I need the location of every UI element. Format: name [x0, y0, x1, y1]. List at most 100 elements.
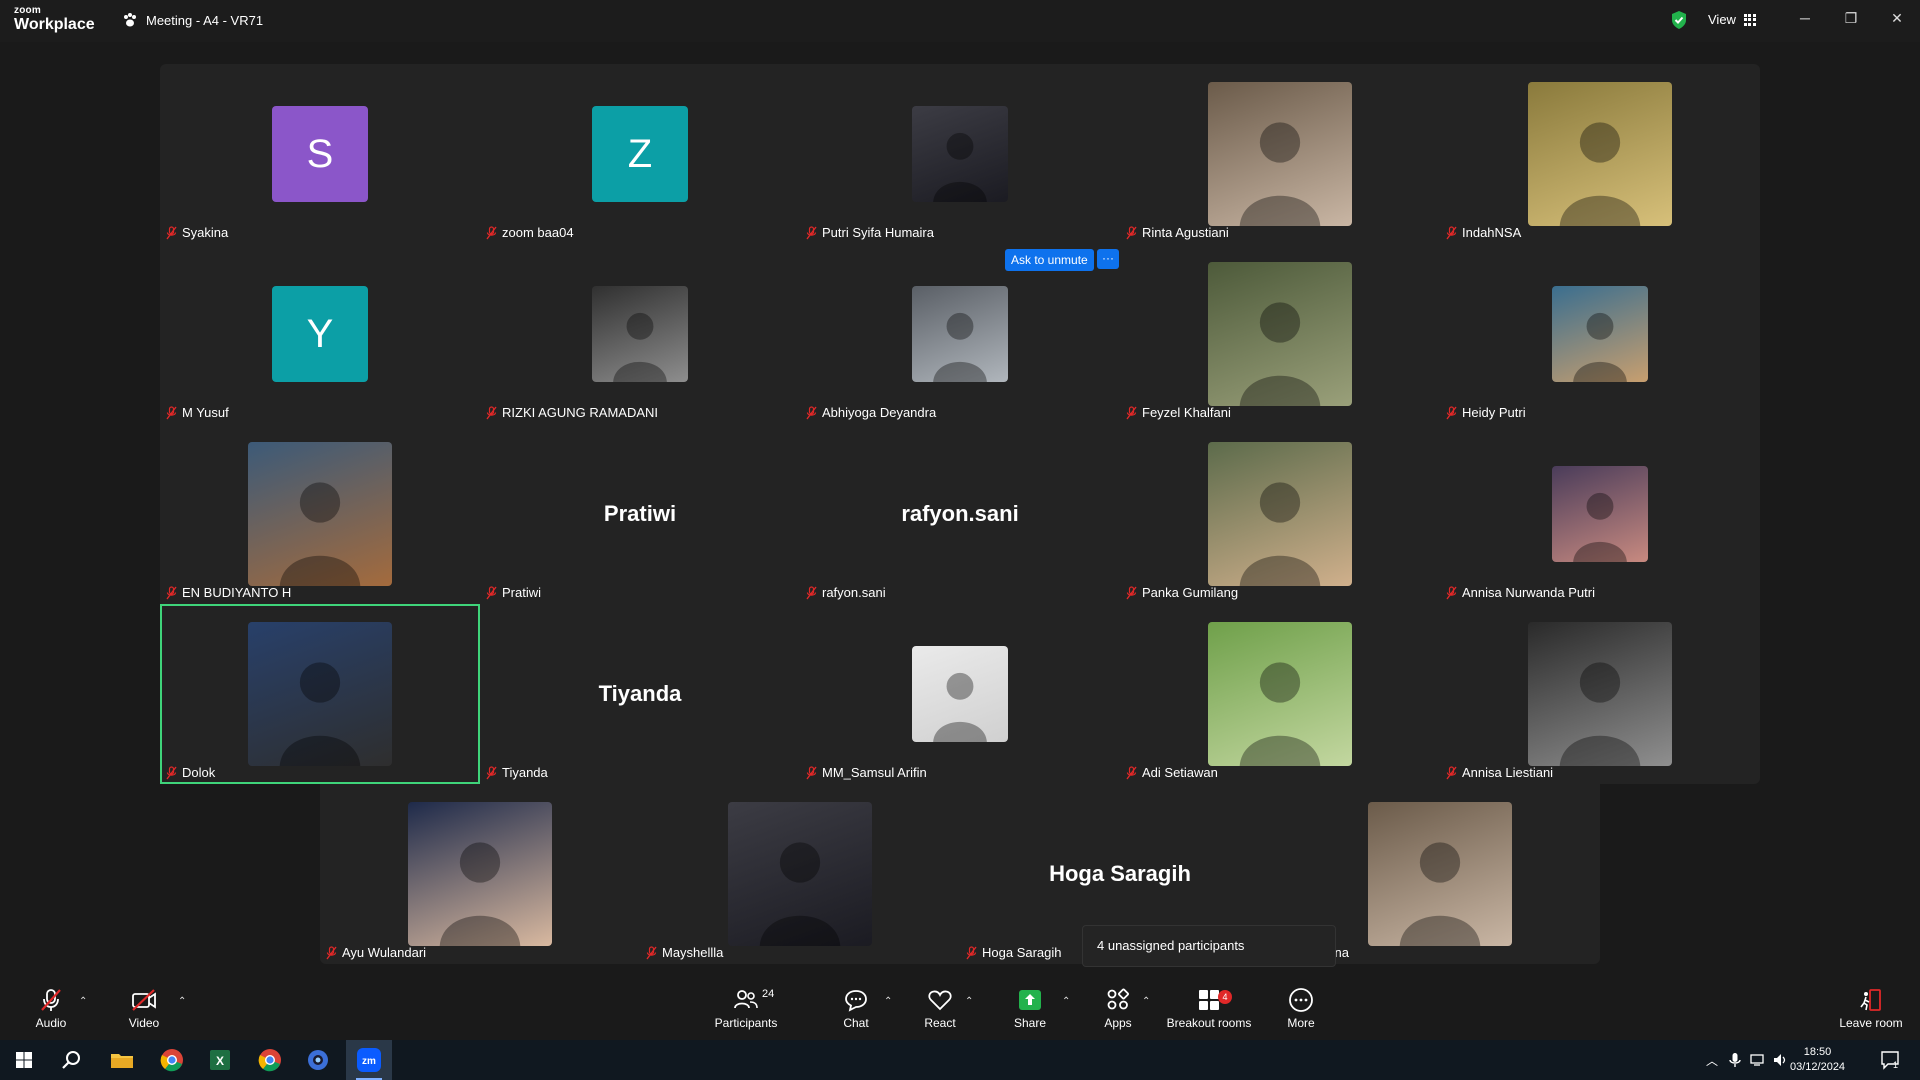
participant-name: Adi Setiawan: [1142, 765, 1218, 780]
participant-tile[interactable]: Adi Setiawan: [1120, 604, 1440, 784]
search-icon[interactable]: [58, 1046, 86, 1074]
shield-check-icon[interactable]: [1670, 10, 1688, 30]
participant-name-tag: Annisa Liestiani: [1446, 765, 1553, 780]
participant-name: Feyzel Khalfani: [1142, 405, 1231, 420]
restore-icon[interactable]: ❐: [1836, 10, 1866, 27]
person-silhouette-icon: [613, 312, 667, 382]
chrome-icon[interactable]: [158, 1046, 186, 1074]
participant-video: [1528, 622, 1672, 766]
tray-overflow-chevron-icon[interactable]: ︿: [1706, 1052, 1718, 1069]
participant-tile[interactable]: EN BUDIYANTO H: [160, 424, 480, 604]
video-options-chevron-icon[interactable]: ⌃: [178, 996, 186, 1007]
person-silhouette-icon: [1239, 662, 1321, 766]
breakout-rooms-button[interactable]: Breakout rooms: [1164, 986, 1254, 1030]
participant-tile[interactable]: Rinta Agustiani: [1120, 64, 1440, 244]
mic-muted-icon: [166, 765, 177, 779]
participant-tile[interactable]: IndahNSA: [1440, 64, 1760, 244]
react-options-chevron-icon[interactable]: ⌃: [965, 996, 973, 1007]
windows-start-icon[interactable]: [10, 1046, 38, 1074]
meeting-info[interactable]: Meeting - A4 - VR71: [122, 12, 263, 28]
audio-button[interactable]: Audio: [6, 986, 96, 1030]
person-silhouette-icon: [933, 312, 987, 382]
taskbar-clock[interactable]: 18:50 03/12/2024: [1790, 1045, 1845, 1075]
person-silhouette-icon: [1559, 122, 1641, 226]
volume-icon[interactable]: [1772, 1052, 1790, 1068]
person-silhouette-icon: [933, 672, 987, 742]
title-bar: zoom Workplace Meeting - A4 - VR71 View …: [0, 0, 1920, 42]
person-silhouette-icon: [439, 842, 521, 946]
participant-tile[interactable]: RIZKI AGUNG RAMADANI: [480, 244, 800, 424]
participant-video: [912, 106, 1008, 202]
participant-tile[interactable]: Dolok: [160, 604, 480, 784]
participant-video: [1208, 622, 1352, 766]
participant-tile[interactable]: Putri Syifa Humaira: [800, 64, 1120, 244]
view-button[interactable]: View: [1708, 12, 1756, 27]
mic-muted-icon: [486, 405, 497, 419]
microphone-tray-icon[interactable]: [1728, 1052, 1742, 1068]
participant-name-tag: RIZKI AGUNG RAMADANI: [486, 405, 658, 420]
participant-video: [912, 286, 1008, 382]
participant-tile[interactable]: Zzoom baa04: [480, 64, 800, 244]
participant-video: [1208, 262, 1352, 406]
participant-tile[interactable]: Mayshellla: [640, 784, 960, 964]
participant-tile[interactable]: Pratiwi Pratiwi: [480, 424, 800, 604]
participant-name-tag: Tiyanda: [486, 765, 548, 780]
participant-name-tag: Ayu Wulandari: [326, 945, 426, 960]
minimize-icon[interactable]: ─: [1790, 10, 1820, 26]
breakout-rooms-label: Breakout rooms: [1166, 1016, 1252, 1030]
person-silhouette-icon: [933, 132, 987, 202]
zoom-taskbar-active[interactable]: zm: [346, 1040, 392, 1080]
audio-options-chevron-icon[interactable]: ⌃: [79, 996, 87, 1007]
participant-name-tag: Feyzel Khalfani: [1126, 405, 1231, 420]
participant-video: [912, 646, 1008, 742]
react-button[interactable]: React: [895, 986, 985, 1030]
participant-tile[interactable]: Abhiyoga Deyandra: [800, 244, 1120, 424]
apps-icon: [1107, 988, 1129, 1010]
participant-name: zoom baa04: [502, 225, 574, 240]
person-silhouette-icon: [1573, 312, 1627, 382]
share-button[interactable]: Share: [985, 986, 1075, 1030]
participant-name: Hoga Saragih: [982, 945, 1062, 960]
video-label: Video: [128, 1016, 160, 1030]
notification-count: 1: [1893, 1060, 1899, 1070]
participant-tile[interactable]: Feyzel Khalfani: [1120, 244, 1440, 424]
more-label: More: [1287, 1016, 1315, 1030]
chat-button[interactable]: Chat: [811, 986, 901, 1030]
participant-tile[interactable]: Panka Gumilang: [1120, 424, 1440, 604]
participant-tile[interactable]: Ayu Wulandari: [320, 784, 640, 964]
participant-name-tag: rafyon.sani: [806, 585, 886, 600]
excel-icon[interactable]: X: [206, 1046, 234, 1074]
share-options-chevron-icon[interactable]: ⌃: [1062, 996, 1070, 1007]
participant-tile[interactable]: Annisa Nurwanda Putri: [1440, 424, 1760, 604]
more-button[interactable]: More: [1256, 986, 1346, 1030]
participant-tile[interactable]: S Syakina: [160, 64, 480, 244]
participant-tile[interactable]: Y M Yusuf: [160, 244, 480, 424]
mic-muted-icon: [166, 225, 177, 239]
clock-date: 03/12/2024: [1790, 1061, 1846, 1073]
participant-tile[interactable]: Heidy Putri: [1440, 244, 1760, 424]
participant-tile[interactable]: Tiyanda Tiyanda: [480, 604, 800, 784]
participant-tile[interactable]: rafyon.sani rafyon.sani: [800, 424, 1120, 604]
chat-options-chevron-icon[interactable]: ⌃: [884, 996, 892, 1007]
video-button[interactable]: Video: [99, 986, 189, 1030]
file-explorer-icon[interactable]: [108, 1046, 136, 1074]
apps-options-chevron-icon[interactable]: ⌃: [1142, 996, 1150, 1007]
apps-button[interactable]: Apps: [1073, 986, 1163, 1030]
participant-name-tag: Rinta Agustiani: [1126, 225, 1229, 240]
participant-name-tag: zoom baa04: [486, 225, 574, 240]
network-icon[interactable]: [1750, 1052, 1768, 1068]
chrome-profile-icon[interactable]: [256, 1046, 284, 1074]
close-icon[interactable]: ✕: [1882, 10, 1912, 27]
leave-room-button[interactable]: Leave room: [1826, 986, 1916, 1030]
participant-name: Putri Syifa Humaira: [822, 225, 934, 240]
participant-tile[interactable]: MM_Samsul Arifin: [800, 604, 1120, 784]
mic-muted-icon: [806, 585, 817, 599]
participant-more-button[interactable]: ···: [1097, 249, 1119, 269]
participant-tile[interactable]: Annisa Liestiani: [1440, 604, 1760, 784]
notification-icon[interactable]: [1880, 1050, 1902, 1070]
apps-label: Apps: [1104, 1016, 1132, 1030]
participants-button[interactable]: Participants: [701, 986, 791, 1030]
ask-to-unmute-button[interactable]: Ask to unmute: [1005, 249, 1094, 271]
browser-icon[interactable]: [304, 1046, 332, 1074]
participant-display-name: rafyon.sani: [901, 501, 1019, 526]
